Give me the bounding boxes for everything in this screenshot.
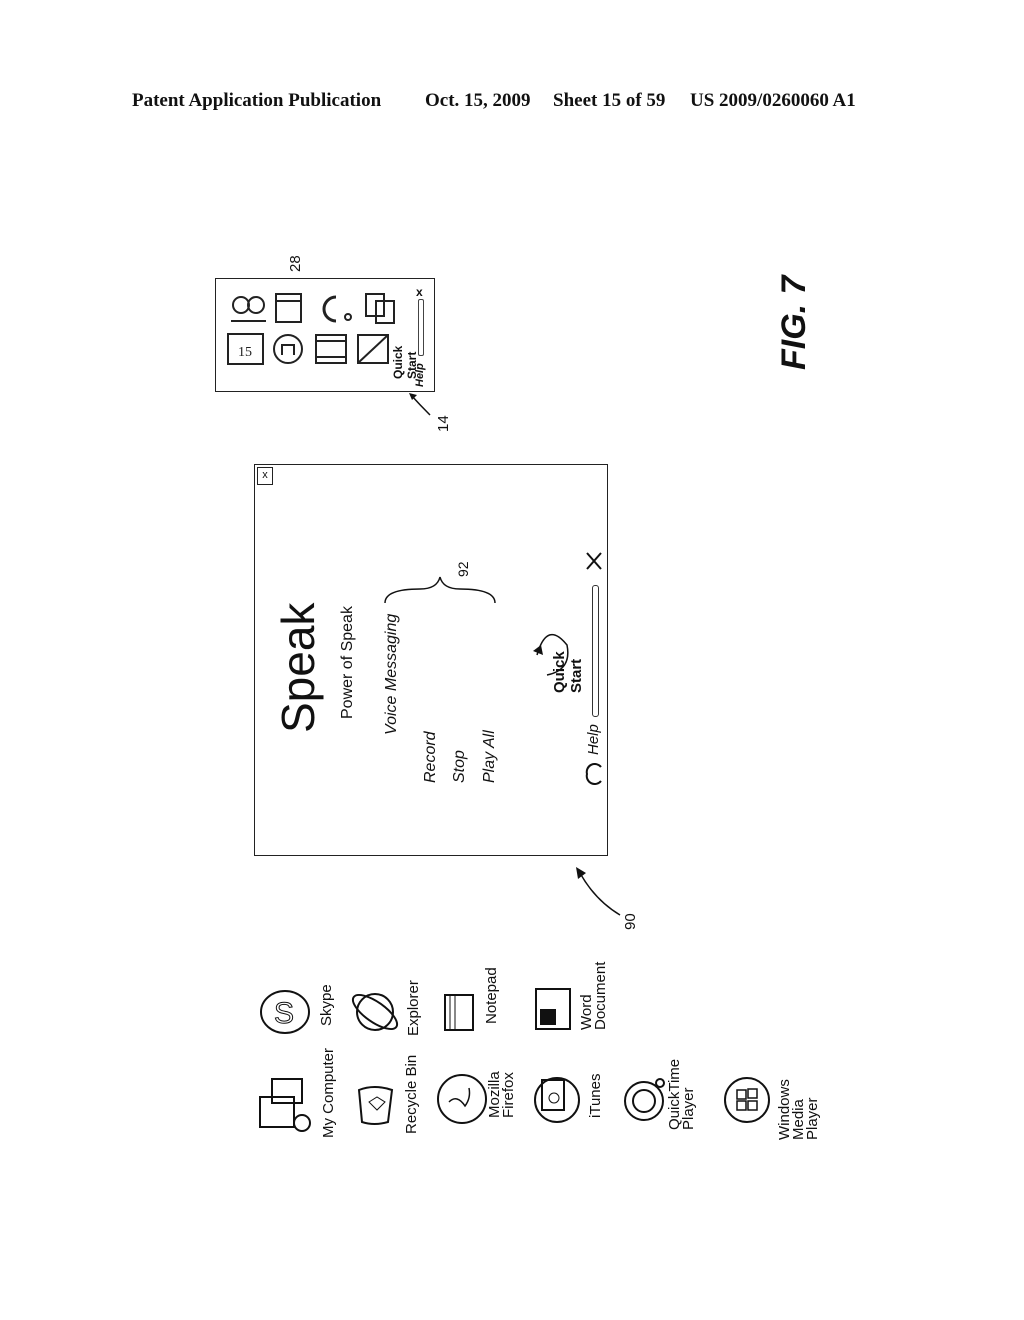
ref-14-arrow [409, 393, 431, 416]
desktop-label-quicktime-player: QuickTime Player [666, 1058, 697, 1130]
tools-icon[interactable] [585, 551, 603, 571]
film-icon[interactable] [315, 334, 347, 364]
skype-icon[interactable]: S [258, 985, 313, 1040]
desktop-label-mozilla-firefox: Mozilla Firefox [486, 1071, 517, 1118]
recycle-bin-icon[interactable] [354, 1082, 399, 1127]
headset-icon [585, 763, 602, 785]
desktop-label-word-document: Word Document [578, 961, 609, 1030]
my-computer-icon[interactable] [256, 1075, 316, 1135]
ref-28: 28 [287, 255, 304, 272]
desktop-label-windows-media-player: Windows Media Player [776, 1079, 821, 1140]
explorer-icon[interactable] [348, 985, 403, 1040]
headset-icon[interactable] [322, 295, 352, 323]
toolbar-widget: 15 Quick Start Help x [215, 278, 435, 392]
patent-number: US 2009/0260060 A1 [690, 90, 856, 111]
calendar-icon[interactable]: 15 [227, 333, 264, 365]
svg-text:15: 15 [238, 345, 252, 360]
word-document-icon[interactable] [528, 985, 578, 1035]
svg-text:S: S [274, 997, 294, 1030]
speak-subtitle: Power of Speak [339, 606, 356, 719]
speak-title: Speak [272, 602, 324, 733]
ref-14: 14 [435, 415, 452, 432]
speak-window: x Speak Power of Speak Voice Messaging R… [254, 464, 608, 856]
record-button[interactable]: Record [422, 731, 440, 783]
publication-label: Patent Application Publication [132, 90, 382, 111]
desktop-label-explorer: Explorer [405, 980, 422, 1036]
desktop-label-notepad: Notepad [483, 967, 500, 1024]
speak-help-link[interactable]: Help [585, 724, 602, 755]
speak-quick-start-button[interactable]: Quick Start [551, 637, 585, 693]
figure-label: FIG. 7 [775, 275, 813, 370]
toolbar-scrollbar[interactable] [418, 299, 424, 356]
voice-messaging-heading: Voice Messaging [383, 613, 400, 735]
speak-scrollbar[interactable] [592, 585, 599, 717]
play-all-button[interactable]: Play All [481, 730, 499, 783]
ref-92: 92 [455, 561, 471, 577]
desktop-label-itunes: iTunes [587, 1073, 604, 1118]
stop-button[interactable]: Stop [451, 750, 469, 783]
windows-media-player-icon[interactable] [722, 1075, 772, 1125]
firefox-icon[interactable] [435, 1072, 490, 1127]
sheet-number: Sheet 15 of 59 [553, 90, 666, 111]
desktop-label-recycle-bin: Recycle Bin [403, 1054, 420, 1134]
desktop-label-my-computer: My Computer [320, 1047, 337, 1138]
quicktime-icon[interactable] [620, 1075, 670, 1125]
documents-icon[interactable] [365, 293, 395, 324]
contacts-icon[interactable] [231, 296, 266, 322]
notepad-icon[interactable] [440, 990, 480, 1035]
toolbar-close-button[interactable]: x [416, 285, 423, 299]
itunes-icon[interactable] [532, 1074, 582, 1124]
speak-close-button[interactable]: x [257, 467, 273, 485]
ref-90-arrow [576, 867, 621, 916]
desktop-label-skype: Skype [318, 984, 335, 1026]
notebook-icon[interactable] [357, 334, 389, 364]
publication-date: Oct. 15, 2009 [425, 90, 531, 111]
upload-icon[interactable] [273, 334, 303, 364]
brace-92 [384, 576, 496, 604]
toolbar-help-link[interactable]: Help [414, 363, 426, 387]
folder-icon[interactable] [275, 293, 302, 323]
